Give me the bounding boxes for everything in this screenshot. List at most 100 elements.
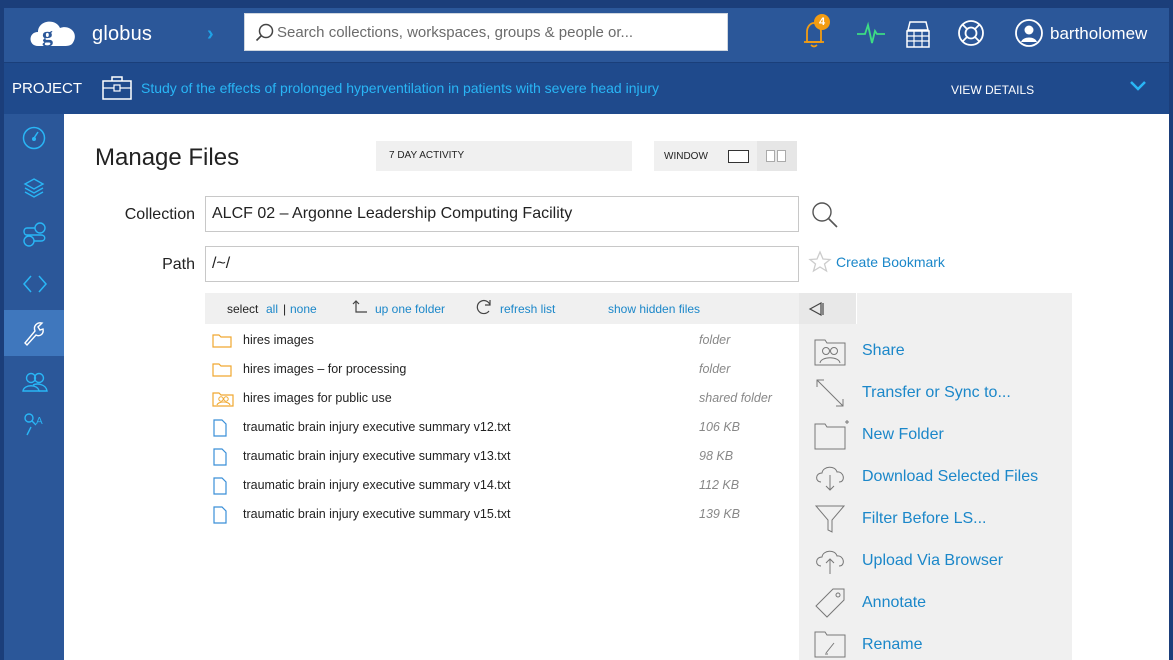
file-name: hires images for public use bbox=[243, 391, 392, 405]
refresh-icon[interactable] bbox=[474, 297, 494, 320]
project-title-link[interactable]: Study of the effects of prolonged hyperv… bbox=[141, 80, 659, 96]
search-input[interactable] bbox=[277, 14, 717, 50]
notification-badge: 4 bbox=[814, 14, 830, 30]
action-label: Transfer or Sync to... bbox=[862, 384, 1011, 401]
username[interactable]: bartholomew bbox=[1050, 24, 1147, 44]
action-download[interactable]: Download Selected Files bbox=[799, 456, 1072, 498]
globus-logo-icon[interactable]: g bbox=[26, 12, 82, 56]
app-frame: g globus › 4 bbox=[0, 0, 1173, 660]
file-name: traumatic brain injury executive summary… bbox=[243, 420, 511, 434]
single-pane-icon[interactable] bbox=[728, 150, 749, 163]
file-info: folder bbox=[699, 333, 731, 347]
action-label: Filter Before LS... bbox=[862, 510, 987, 527]
transfer-icon bbox=[813, 376, 847, 415]
dual-pane-button[interactable] bbox=[757, 141, 797, 171]
file-row[interactable]: traumatic brain injury executive summary… bbox=[205, 500, 799, 529]
action-filter[interactable]: Filter Before LS... bbox=[799, 498, 1072, 540]
sidebar-item-endpoints[interactable] bbox=[4, 166, 64, 212]
search-icon bbox=[255, 23, 274, 42]
activity-icon[interactable] bbox=[856, 18, 886, 53]
sidebar: A bbox=[4, 114, 64, 660]
project-bar: PROJECT Study of the effects of prolonge… bbox=[4, 62, 1169, 114]
action-label: New Folder bbox=[862, 426, 944, 443]
top-bar: g globus › 4 bbox=[4, 8, 1169, 62]
sidebar-item-console[interactable] bbox=[4, 262, 64, 308]
file-name: traumatic brain injury executive summary… bbox=[243, 478, 511, 492]
file-row[interactable]: traumatic brain injury executive summary… bbox=[205, 471, 799, 500]
upload-icon bbox=[813, 544, 847, 583]
collection-label: Collection bbox=[124, 206, 195, 223]
activity-filter-button[interactable]: 7 DAY ACTIVITY bbox=[376, 141, 632, 171]
file-row[interactable]: traumatic brain injury executive summary… bbox=[205, 413, 799, 442]
select-separator: | bbox=[283, 302, 287, 316]
sidebar-item-flows[interactable] bbox=[4, 212, 64, 258]
collection-search-icon[interactable] bbox=[809, 200, 841, 237]
file-info: folder bbox=[699, 362, 731, 376]
sidebar-item-search[interactable]: A bbox=[4, 402, 64, 448]
svg-text:A: A bbox=[36, 416, 43, 427]
console-icon[interactable] bbox=[904, 18, 932, 55]
main-panel: Manage Files 7 DAY ACTIVITY WINDOW Colle… bbox=[64, 114, 1169, 660]
search-user-icon: A bbox=[24, 413, 43, 436]
filter-icon bbox=[813, 502, 847, 541]
action-panel: Share Transfer or Sync to... New Folder … bbox=[799, 293, 1072, 660]
action-share[interactable]: Share bbox=[799, 330, 1072, 372]
create-bookmark-link[interactable]: Create Bookmark bbox=[836, 254, 945, 270]
global-search[interactable] bbox=[244, 13, 728, 51]
pane-left-icon bbox=[766, 150, 775, 162]
select-none-link[interactable]: none bbox=[290, 302, 317, 316]
sidebar-item-dashboard[interactable] bbox=[4, 116, 64, 162]
file-info: shared folder bbox=[699, 391, 772, 405]
layers-icon bbox=[23, 178, 45, 198]
file-row[interactable]: hires images for public use shared folde… bbox=[205, 384, 799, 413]
collapse-left-icon bbox=[808, 301, 824, 317]
file-row[interactable]: traumatic brain injury executive summary… bbox=[205, 442, 799, 471]
collapse-panel-button[interactable] bbox=[799, 293, 857, 324]
download-icon bbox=[813, 460, 847, 499]
action-label: Upload Via Browser bbox=[862, 552, 1004, 569]
project-label: PROJECT bbox=[12, 80, 83, 97]
file-row[interactable]: hires images – for processing folder bbox=[205, 355, 799, 384]
action-annotate[interactable]: Annotate bbox=[799, 582, 1072, 624]
action-label: Download Selected Files bbox=[862, 468, 1039, 485]
notifications-bell-icon[interactable]: 4 bbox=[802, 14, 830, 53]
action-label: Annotate bbox=[862, 594, 927, 611]
up-folder-icon[interactable] bbox=[351, 299, 369, 318]
file-icon bbox=[212, 448, 228, 469]
action-rename[interactable]: Rename bbox=[799, 624, 1072, 660]
window-layout-toggle: WINDOW bbox=[654, 141, 797, 171]
help-lifebuoy-icon[interactable] bbox=[956, 18, 986, 53]
view-details-button[interactable]: VIEW DETAILS bbox=[951, 83, 1034, 97]
action-upload[interactable]: Upload Via Browser bbox=[799, 540, 1072, 582]
star-icon[interactable] bbox=[808, 250, 832, 279]
window-label: WINDOW bbox=[664, 151, 708, 162]
new-folder-icon bbox=[813, 418, 851, 461]
tag-icon bbox=[813, 586, 847, 625]
action-panel-header bbox=[799, 293, 1072, 324]
action-new-folder[interactable]: New Folder bbox=[799, 414, 1072, 456]
file-info: 112 KB bbox=[699, 478, 740, 492]
file-info: 98 KB bbox=[699, 449, 734, 463]
collection-input[interactable] bbox=[205, 196, 799, 232]
share-icon bbox=[813, 334, 847, 373]
show-hidden-files-link[interactable]: show hidden files bbox=[608, 302, 700, 316]
up-folder-link[interactable]: up one folder bbox=[375, 302, 445, 316]
select-all-link[interactable]: all bbox=[266, 302, 278, 316]
refresh-list-link[interactable]: refresh list bbox=[500, 302, 555, 316]
rename-icon bbox=[813, 628, 847, 660]
action-transfer[interactable]: Transfer or Sync to... bbox=[799, 372, 1072, 414]
file-icon bbox=[212, 419, 228, 440]
action-label: Rename bbox=[862, 636, 923, 653]
expand-nav-chevron-icon[interactable]: › bbox=[207, 23, 214, 46]
groups-icon bbox=[22, 372, 48, 392]
briefcase-icon bbox=[101, 75, 133, 106]
chevron-down-icon[interactable] bbox=[1128, 79, 1148, 98]
flows-icon bbox=[23, 222, 46, 247]
path-input[interactable] bbox=[205, 246, 799, 282]
file-row[interactable]: hires images folder bbox=[205, 326, 799, 355]
sidebar-item-file-manager[interactable] bbox=[4, 310, 64, 356]
sidebar-item-groups[interactable] bbox=[4, 360, 64, 406]
file-info: 106 KB bbox=[699, 420, 741, 434]
file-name: traumatic brain injury executive summary… bbox=[243, 507, 511, 521]
user-avatar-icon[interactable] bbox=[1014, 18, 1044, 53]
